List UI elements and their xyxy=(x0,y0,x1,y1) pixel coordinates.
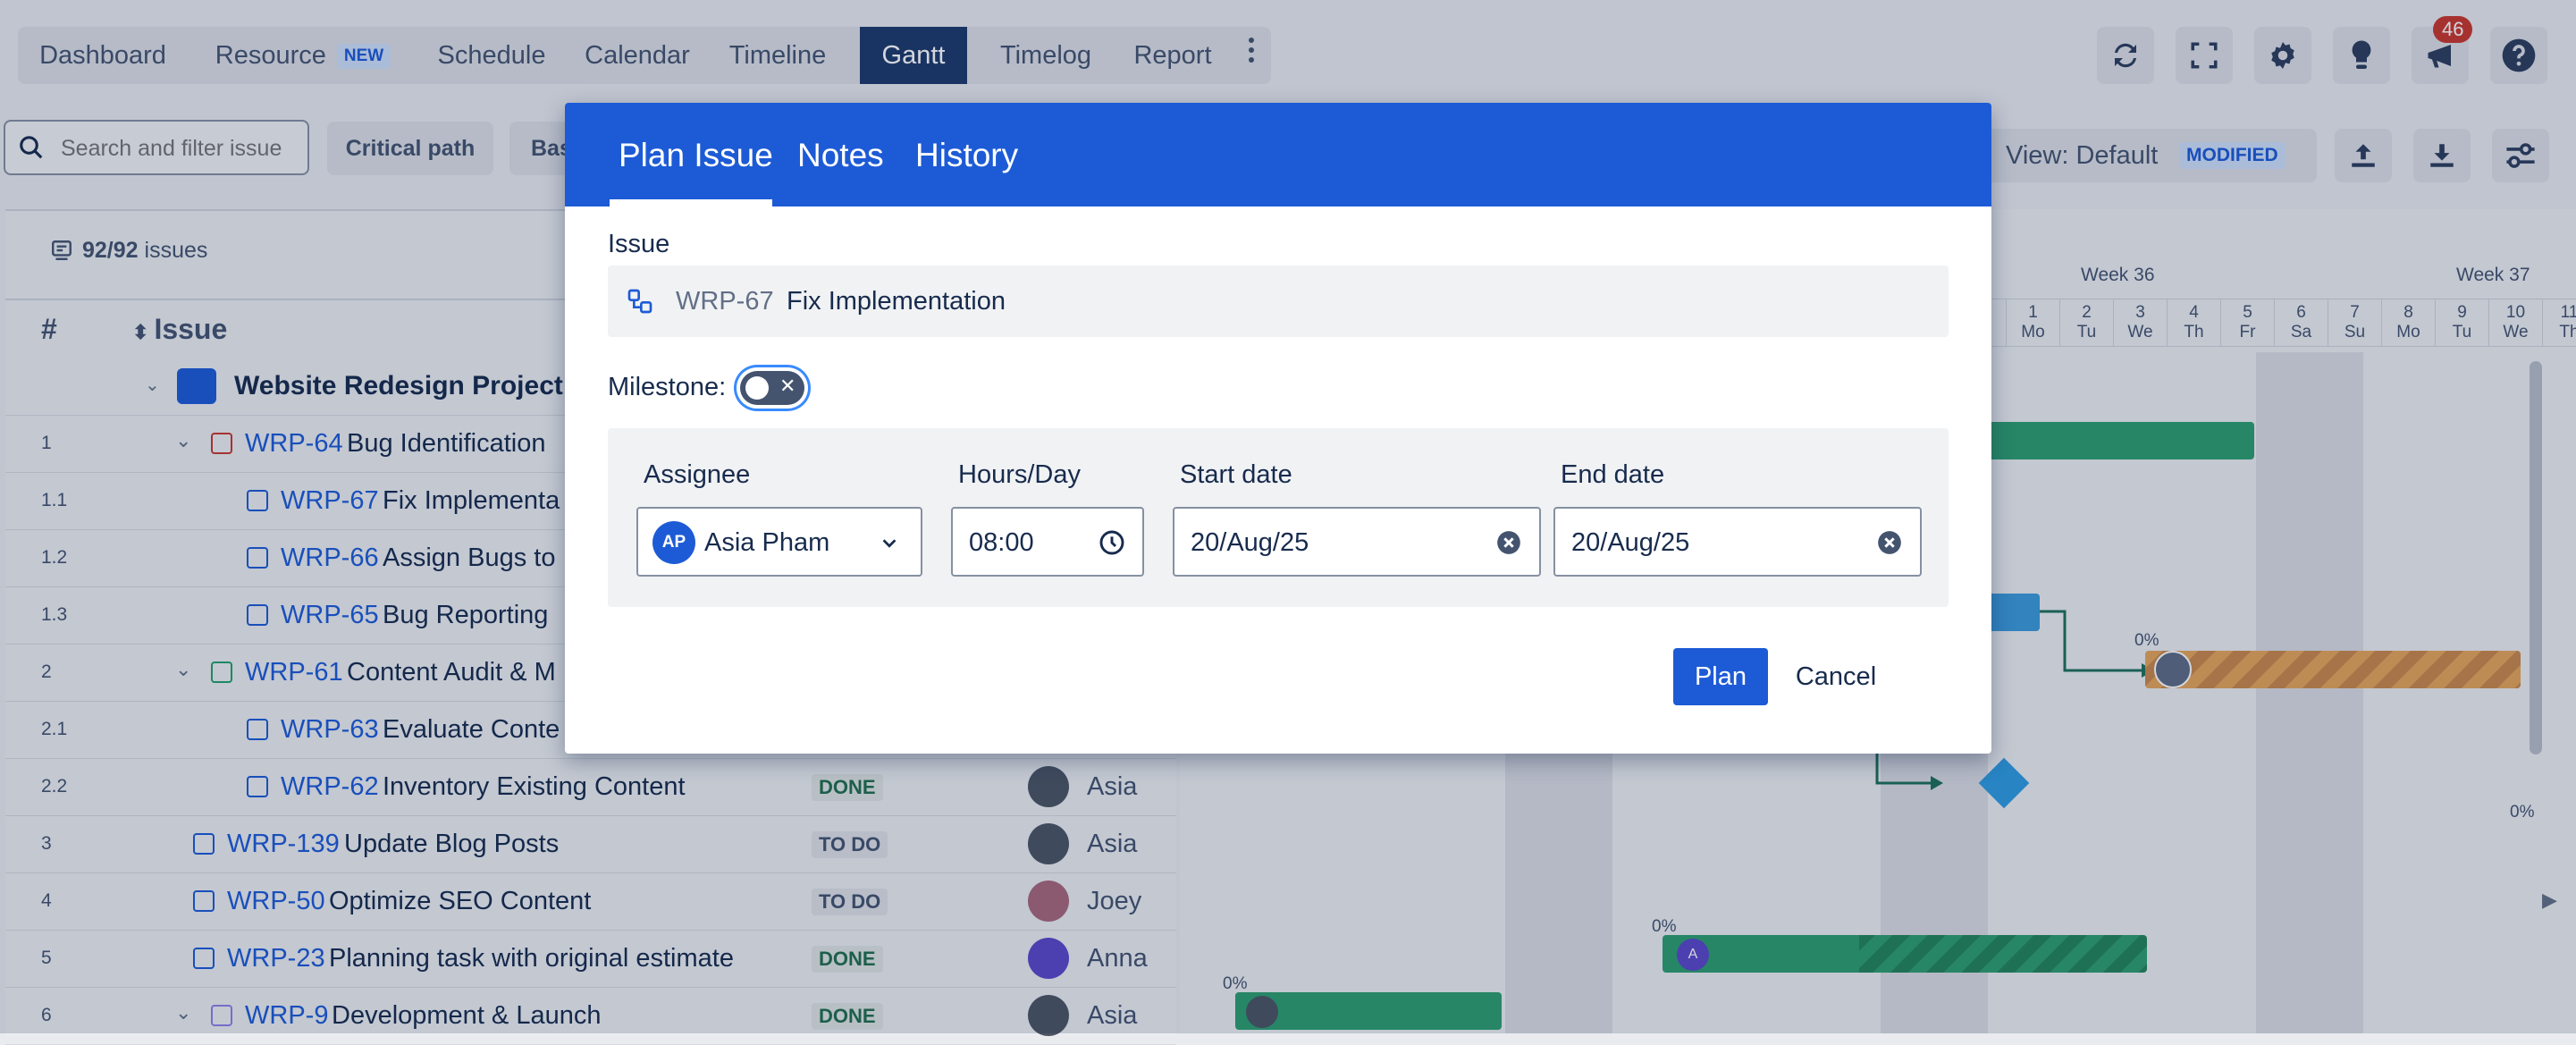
start-date-label: Start date xyxy=(1180,460,1292,489)
issue-display: WRP-67 Fix Implementation xyxy=(608,265,1949,337)
hours-label: Hours/Day xyxy=(958,460,1081,489)
milestone-toggle[interactable]: ✕ xyxy=(740,371,804,405)
milestone-label: Milestone: xyxy=(608,373,727,401)
assignee-select[interactable]: AP Asia Pham xyxy=(636,507,922,577)
dialog-header: Plan Issue Notes History xyxy=(565,103,1991,206)
hours-per-day-input[interactable]: 08:00 xyxy=(951,507,1144,577)
cancel-button[interactable]: Cancel xyxy=(1784,648,1888,705)
plan-button[interactable]: Plan xyxy=(1673,648,1768,705)
tab-history[interactable]: History xyxy=(915,137,1018,174)
issue-key: WRP-67 xyxy=(676,287,774,316)
start-date-input[interactable]: 20/Aug/25 xyxy=(1173,507,1541,577)
active-tab-indicator xyxy=(610,199,772,206)
end-date-label: End date xyxy=(1561,460,1665,489)
subtask-icon xyxy=(627,289,652,314)
start-date-value: 20/Aug/25 xyxy=(1191,528,1309,557)
clear-icon[interactable] xyxy=(1877,530,1902,555)
close-icon: ✕ xyxy=(779,375,796,397)
clock-icon xyxy=(1099,530,1124,555)
end-date-input[interactable]: 20/Aug/25 xyxy=(1553,507,1922,577)
tab-plan-issue[interactable]: Plan Issue xyxy=(619,137,773,174)
assignee-value: Asia Pham xyxy=(704,528,830,557)
assignee-label: Assignee xyxy=(644,460,751,489)
plan-issue-dialog: Plan Issue Notes History Issue WRP-67 Fi… xyxy=(565,103,1991,754)
avatar: AP xyxy=(652,521,695,564)
hours-value: 08:00 xyxy=(969,528,1034,557)
end-date-value: 20/Aug/25 xyxy=(1571,528,1690,557)
toggle-knob xyxy=(745,376,769,400)
issue-summary: Fix Implementation xyxy=(787,287,1006,316)
clear-icon[interactable] xyxy=(1496,530,1521,555)
issue-label: Issue xyxy=(608,230,670,258)
tab-notes[interactable]: Notes xyxy=(797,137,884,174)
chevron-down-icon xyxy=(882,539,897,548)
